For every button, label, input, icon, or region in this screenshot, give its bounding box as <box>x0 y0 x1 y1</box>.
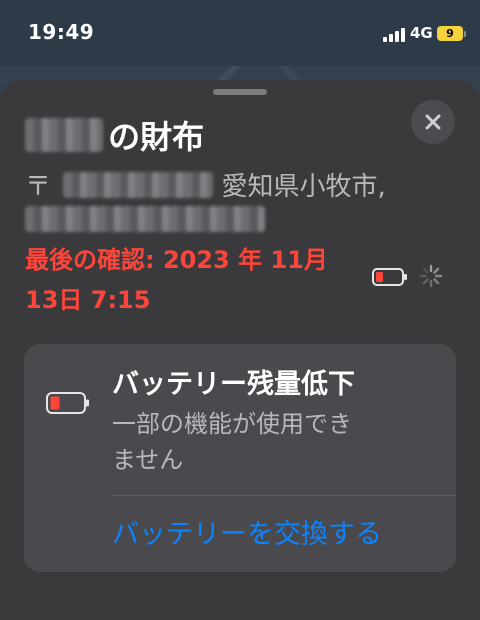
status-time: 19:49 <box>28 20 95 44</box>
redacted-address-detail <box>25 206 265 232</box>
signal-icon <box>383 28 405 42</box>
item-detail-sheet: の財布 〒 愛知県小牧市, 最後の確認: 2023 年 11月 13日 7:15 <box>0 80 480 620</box>
status-bar: 19:49 4G 9 <box>0 0 480 66</box>
item-title-text: の財布 <box>108 118 205 156</box>
postal-mark: 〒 <box>25 172 52 202</box>
battery-tip <box>464 31 466 37</box>
sheet-grabber[interactable] <box>213 89 267 95</box>
close-button[interactable] <box>411 100 455 144</box>
battery-icon: 9 <box>437 26 463 41</box>
redacted-postal-code <box>63 171 214 198</box>
low-battery-card: バッテリー残量低下 一部の機能が使用できません バッテリーを交換する <box>24 344 456 572</box>
network-type: 4G <box>410 24 433 42</box>
close-icon <box>425 114 441 130</box>
address-line-2 <box>25 206 265 232</box>
address-city: 愛知県小牧市, <box>221 172 386 202</box>
low-battery-icon <box>46 392 89 414</box>
card-description: 一部の機能が使用できません <box>112 410 352 474</box>
item-title: の財布 <box>25 112 204 160</box>
loading-spinner-icon <box>419 264 443 288</box>
redacted-owner-name <box>25 118 103 152</box>
low-battery-icon <box>372 268 407 286</box>
battery-level: 9 <box>446 27 454 40</box>
address-line-1: 〒 愛知県小牧市, <box>25 166 386 202</box>
card-title: バッテリー残量低下 <box>112 369 355 400</box>
last-seen-text: 最後の確認: 2023 年 11月 13日 7:15 <box>25 246 328 314</box>
divider <box>112 495 456 496</box>
replace-battery-button[interactable]: バッテリーを交換する <box>112 512 382 551</box>
